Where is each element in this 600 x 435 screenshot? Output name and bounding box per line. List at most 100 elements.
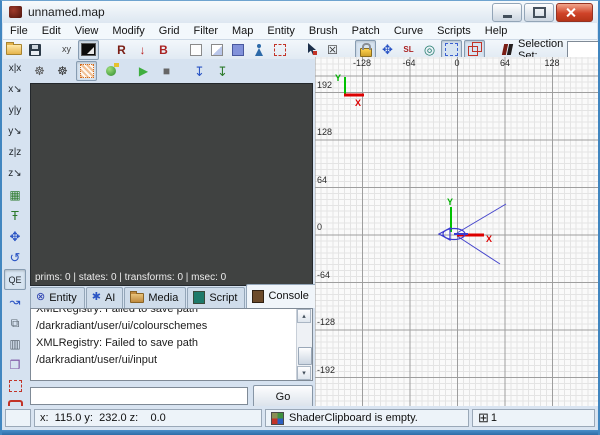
- shader-clipboard-status: ShaderClipboard is empty.: [289, 412, 418, 424]
- menu-brush[interactable]: Brush: [302, 24, 345, 38]
- curve-icon: ↝: [10, 295, 21, 308]
- menu-file[interactable]: File: [3, 24, 35, 38]
- wheel-b-button[interactable]: ☸: [53, 62, 72, 80]
- svg-text:X: X: [486, 234, 492, 244]
- menu-modify[interactable]: Modify: [105, 24, 151, 38]
- flip-y-button[interactable]: y|y: [5, 101, 25, 120]
- grid-ruler-label-x: 0: [442, 58, 472, 68]
- player-model-button[interactable]: [249, 41, 268, 59]
- select-inside-tall-button[interactable]: [5, 376, 25, 395]
- rotate-x-button[interactable]: x↘: [5, 80, 25, 99]
- clip-arrow-plus-icon: ↧: [217, 65, 228, 78]
- overlap-squares-icon: [468, 46, 478, 56]
- select-touching-button[interactable]: ▥: [5, 334, 25, 353]
- maximize-button[interactable]: [524, 3, 554, 22]
- clip-down-button[interactable]: ↧: [190, 62, 209, 80]
- selection-set-input[interactable]: [567, 41, 600, 59]
- vertex-circle-button[interactable]: ◎: [420, 41, 439, 59]
- title-bar[interactable]: unnamed.map: [2, 1, 598, 23]
- move-arrows-button[interactable]: ✥: [378, 41, 397, 59]
- cube-solid-button[interactable]: [228, 41, 247, 59]
- console-scrollbar[interactable]: ▴ ▾: [296, 309, 312, 380]
- background-image-button[interactable]: B: [154, 41, 173, 59]
- cube-face-icon: [211, 44, 223, 56]
- cube-textured-button[interactable]: [207, 41, 226, 59]
- app-icon: [9, 6, 22, 18]
- lock-icon: [360, 48, 372, 57]
- menu-scripts[interactable]: Scripts: [430, 24, 478, 38]
- reload-models-button[interactable]: R: [112, 41, 131, 59]
- play-button[interactable]: ▶: [134, 62, 153, 80]
- menu-map[interactable]: Map: [225, 24, 260, 38]
- books-icon: [501, 43, 514, 56]
- qe-tool-button[interactable]: QE: [4, 269, 26, 290]
- clip-down-plus-button[interactable]: ↧: [213, 62, 232, 80]
- camera-toolbar: ☸ ☸ ▶ ■ ↧ ↧: [28, 59, 315, 83]
- curve-button[interactable]: ↝: [5, 292, 25, 311]
- hatched-square-icon: ▥: [9, 338, 20, 350]
- window-bottom-border: [2, 430, 598, 435]
- menu-curve[interactable]: Curve: [387, 24, 430, 38]
- status-coords-panel: x: 115.0 y: 232.0 z: 0.0: [34, 409, 262, 427]
- tab-script[interactable]: Script: [187, 287, 245, 308]
- wheel-a-button[interactable]: ☸: [30, 62, 49, 80]
- save-button[interactable]: [25, 41, 44, 59]
- console-output[interactable]: XMLRegistry: Failed to save path /darkra…: [30, 308, 313, 381]
- tab-ai[interactable]: ✱ AI: [86, 287, 124, 308]
- media-folder-icon: [130, 293, 144, 303]
- open-button[interactable]: [4, 41, 23, 59]
- flip-x-button[interactable]: x|x: [5, 59, 25, 78]
- save-floppy-icon: [29, 44, 41, 56]
- texture-tile-button[interactable]: [76, 61, 97, 81]
- translate-button[interactable]: ✥: [5, 227, 25, 246]
- menu-patch[interactable]: Patch: [345, 24, 387, 38]
- menu-help[interactable]: Help: [478, 24, 515, 38]
- dashed-square-icon: [445, 43, 458, 56]
- dashed-red-square-icon: [9, 380, 22, 392]
- flip-z-button[interactable]: z|z: [5, 143, 25, 162]
- grid-overlay: Y X Y X: [315, 57, 600, 406]
- tree-button[interactable]: Ŧ: [5, 206, 25, 225]
- deselect-all-button[interactable]: ☒: [323, 41, 342, 59]
- grid-ruler-label-x: 128: [537, 58, 567, 68]
- menu-edit[interactable]: Edit: [35, 24, 68, 38]
- camera-viewport[interactable]: prims: 0 | states: 0 | transforms: 0 | m…: [30, 83, 313, 286]
- rotate-tool-button[interactable]: ↺: [5, 248, 25, 267]
- start-ball-button[interactable]: [101, 62, 120, 80]
- texture-window-button[interactable]: [78, 40, 99, 60]
- console-command-input[interactable]: [30, 387, 248, 405]
- minimize-button[interactable]: [492, 3, 522, 22]
- menu-grid[interactable]: Grid: [152, 24, 187, 38]
- cube-outline-button[interactable]: [186, 41, 205, 59]
- wheel-icon: ☸: [34, 65, 45, 77]
- scroll-down-button[interactable]: ▾: [297, 366, 311, 380]
- copy-window-button[interactable]: ⧉: [5, 313, 25, 332]
- drop-entity-button[interactable]: ↓: [133, 41, 152, 59]
- stop-icon: ■: [163, 65, 170, 77]
- scale-sl-button[interactable]: SL: [399, 41, 418, 59]
- cube-wireframe-button[interactable]: [270, 41, 289, 59]
- tab-entity[interactable]: ⊗ Entity: [30, 287, 85, 308]
- rotate-y-button[interactable]: y↘: [5, 122, 25, 141]
- tab-media[interactable]: Media: [124, 287, 186, 308]
- person-icon: [254, 44, 264, 56]
- close-button[interactable]: [556, 3, 593, 22]
- coords-toggle-button[interactable]: xy: [57, 41, 76, 59]
- grid-size-value: 1: [491, 412, 497, 424]
- menu-entity[interactable]: Entity: [260, 24, 302, 38]
- rotate-z-button[interactable]: z↘: [5, 164, 25, 183]
- select-complete-button[interactable]: ❒: [5, 355, 25, 374]
- scroll-thumb[interactable]: [298, 347, 312, 365]
- menu-view[interactable]: View: [68, 24, 106, 38]
- scroll-up-button[interactable]: ▴: [297, 309, 311, 323]
- console-command-row: Go: [30, 385, 315, 407]
- shader-library-button[interactable]: [498, 41, 517, 59]
- cube-wireframe-icon: [274, 44, 286, 56]
- wheel-dot-icon: ☸: [57, 65, 68, 77]
- tab-console[interactable]: Console: [246, 284, 316, 308]
- menu-filter[interactable]: Filter: [187, 24, 225, 38]
- cursor-select-button[interactable]: [302, 41, 321, 59]
- xy-grid-view[interactable]: -128 -64 0 64 128 192 128 64 0 -64 -128 …: [315, 57, 600, 406]
- stop-button[interactable]: ■: [157, 62, 176, 80]
- merge-grid-button[interactable]: ▦: [5, 185, 25, 204]
